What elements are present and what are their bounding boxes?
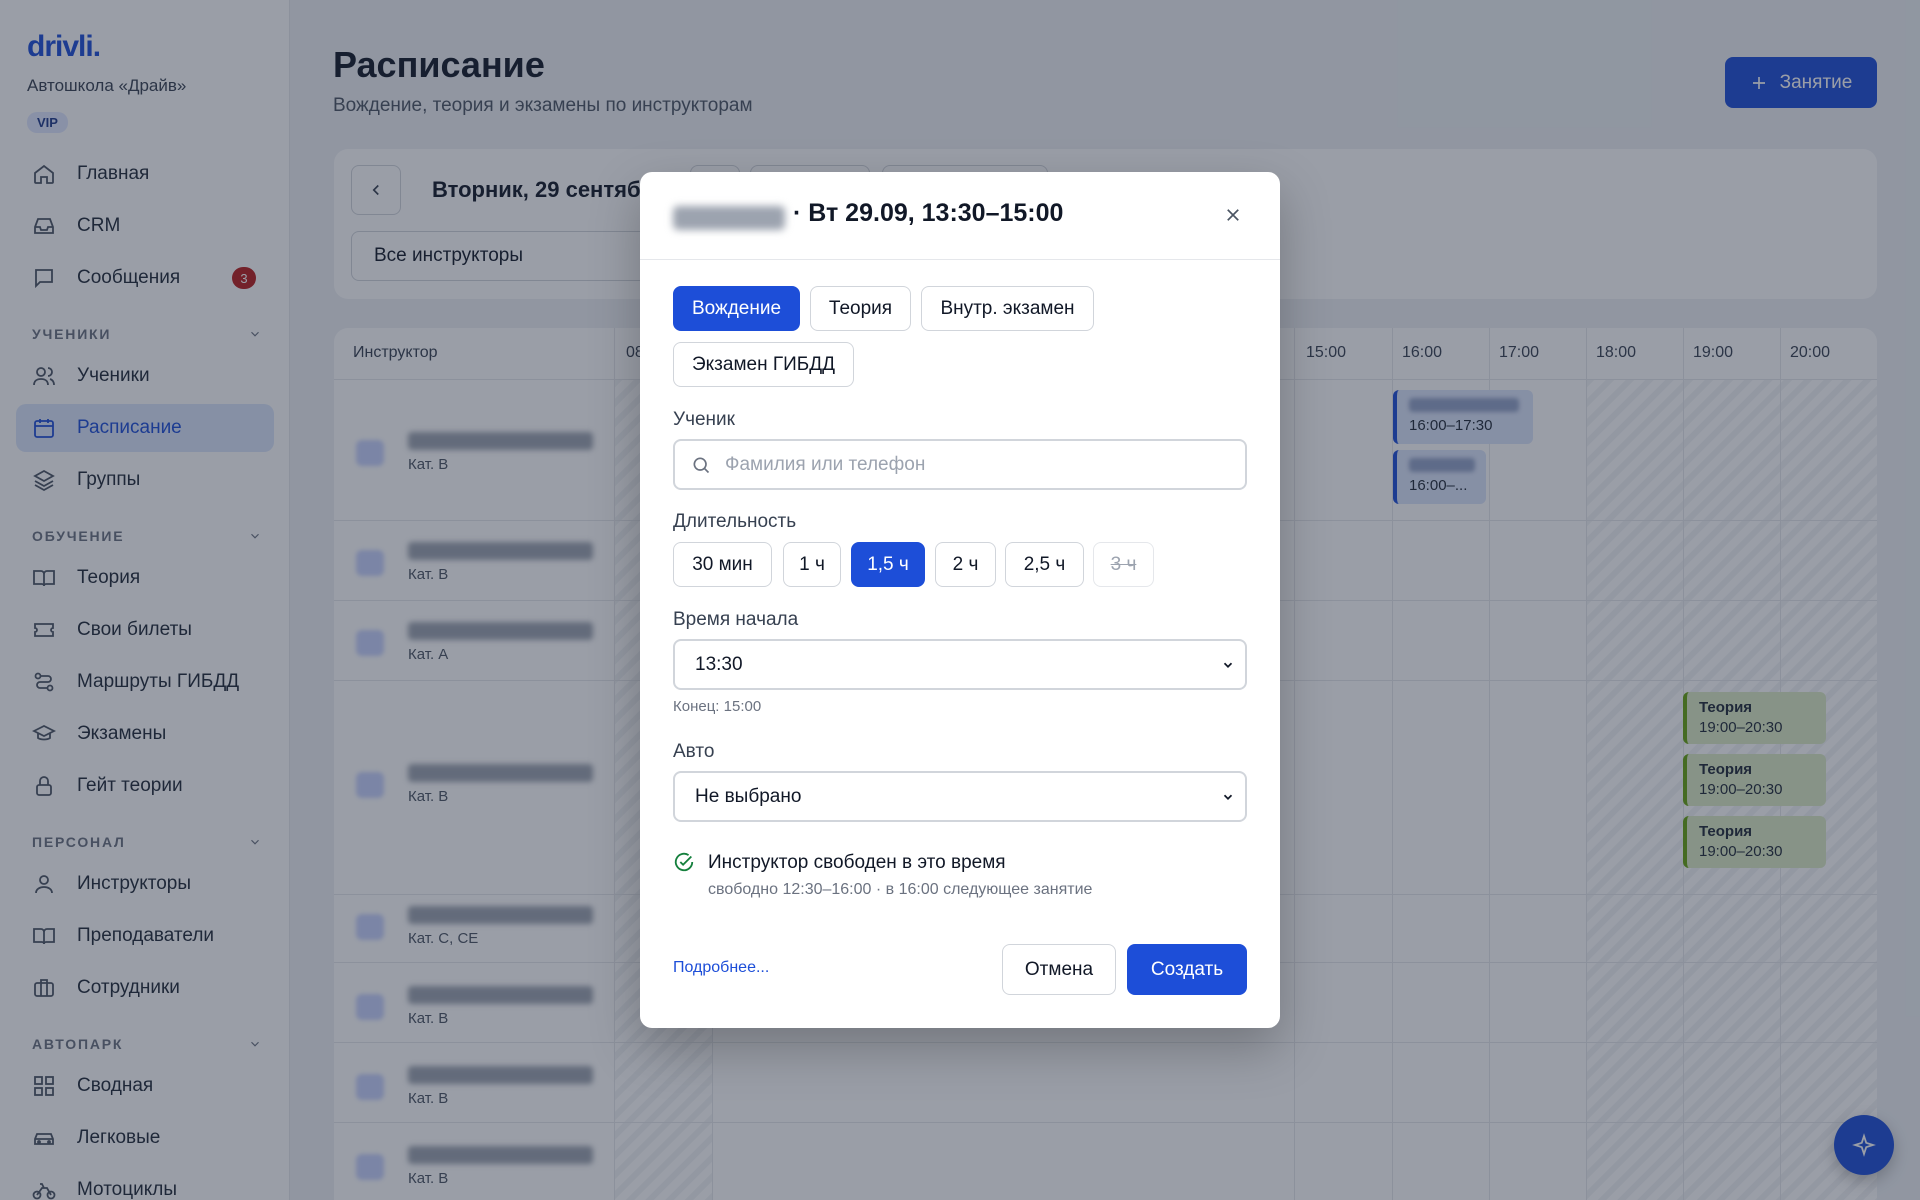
check-circle-icon [674,852,694,872]
end-time-hint: Конец: 15:00 [673,698,762,715]
type-gibdd-exam-chip[interactable]: Экзамен ГИБДД [673,342,854,387]
student-name-redacted [673,206,785,230]
availability-details: свободно 12:30–16:00 · в 16:00 следующее… [708,881,1093,898]
duration-3h-chip: 3 ч [1093,542,1154,587]
duration-2h-chip[interactable]: 2 ч [935,542,996,587]
duration-label: Длительность [673,511,797,532]
search-icon [693,457,710,473]
type-theory-chip[interactable]: Теория [810,286,911,331]
dialog-title: · Вт 29.09, 13:30–15:00 [793,199,1064,227]
close-button[interactable] [1220,202,1246,228]
student-label: Ученик [673,409,735,430]
car-label: Авто [673,741,715,762]
start-time-select[interactable]: 13:30 [673,639,1247,690]
availability-status: Инструктор свободен в это время [708,852,1006,873]
dialog-header: · Вт 29.09, 13:30–15:00 [640,172,1280,260]
search-placeholder: Фамилия или телефон [725,453,926,475]
more-details-link[interactable]: Подробнее... [673,959,769,977]
student-search-input[interactable]: Фамилия или телефон [673,439,1247,490]
type-internal-exam-chip[interactable]: Внутр. экзамен [921,286,1094,331]
create-button[interactable]: Создать [1127,944,1247,995]
duration-1-5h-chip[interactable]: 1,5 ч [851,542,925,587]
duration-1h-chip[interactable]: 1 ч [783,542,841,587]
type-driving-chip[interactable]: Вождение [673,286,800,331]
start-time-label: Время начала [673,609,799,630]
close-icon [1227,209,1239,221]
car-select[interactable]: Не выбрано [673,771,1247,822]
create-lesson-dialog: · Вт 29.09, 13:30–15:00 Вождение Теория … [640,172,1280,1028]
duration-30min-chip[interactable]: 30 мин [673,542,772,587]
chevron-down-icon [1223,794,1233,800]
cancel-button[interactable]: Отмена [1002,944,1116,995]
duration-2-5h-chip[interactable]: 2,5 ч [1005,542,1084,587]
chevron-down-icon [1223,662,1233,668]
